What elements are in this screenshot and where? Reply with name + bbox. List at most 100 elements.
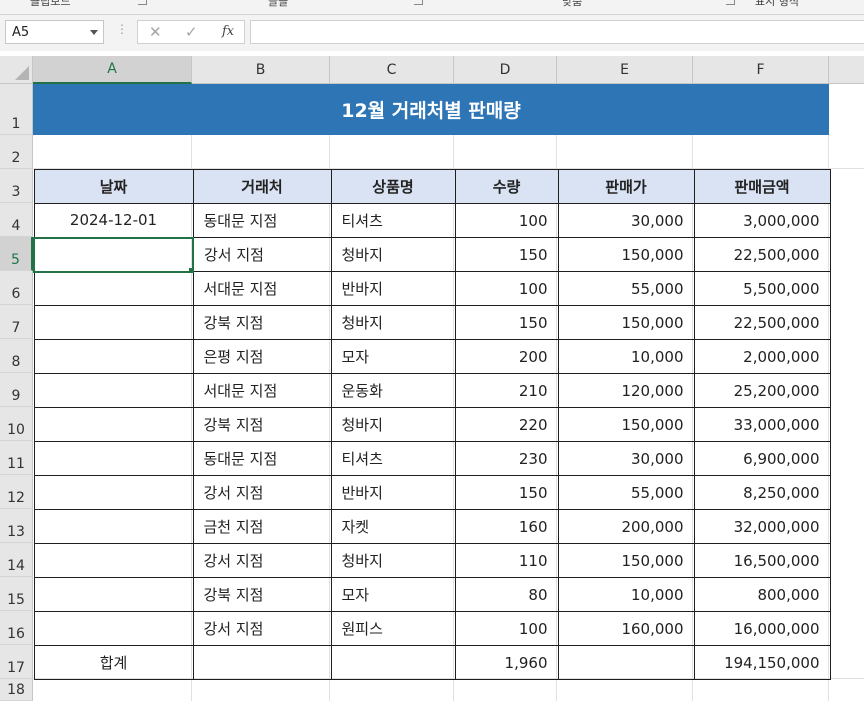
row-header-5[interactable]: 5 xyxy=(0,237,33,271)
cell-price[interactable]: 30,000 xyxy=(557,441,695,476)
column-header-b[interactable]: B xyxy=(192,56,330,84)
clipboard-dialog-launcher-icon[interactable] xyxy=(138,0,147,5)
row-header-16[interactable]: 16 xyxy=(0,611,33,645)
row-header-12[interactable]: 12 xyxy=(0,475,33,509)
cell-product[interactable]: 반바지 xyxy=(330,271,456,306)
fill-handle[interactable] xyxy=(188,266,191,270)
cell-client[interactable]: 강서 지점 xyxy=(192,611,332,646)
row-header-9[interactable]: 9 xyxy=(0,373,33,407)
row-header-2[interactable]: 2 xyxy=(0,135,33,169)
row-header-14[interactable]: 14 xyxy=(0,543,33,577)
cell-price[interactable]: 120,000 xyxy=(557,373,695,408)
cell-amount[interactable]: 25,200,000 xyxy=(693,373,831,408)
cell-qty[interactable]: 150 xyxy=(454,305,559,340)
header-price[interactable]: 판매가 xyxy=(557,169,695,204)
cell-client[interactable]: 강서 지점 xyxy=(192,475,332,510)
cell-qty[interactable]: 220 xyxy=(454,407,559,442)
total-empty-client[interactable] xyxy=(192,645,332,680)
cell-qty[interactable]: 150 xyxy=(454,237,559,272)
cell-date[interactable] xyxy=(33,543,194,578)
cell-product[interactable]: 반바지 xyxy=(330,475,456,510)
cell-date[interactable] xyxy=(33,509,194,544)
cell-price[interactable]: 150,000 xyxy=(557,407,695,442)
cell-qty[interactable]: 100 xyxy=(454,203,559,238)
cell-price[interactable]: 150,000 xyxy=(557,543,695,578)
row-header-13[interactable]: 13 xyxy=(0,509,33,543)
header-date[interactable]: 날짜 xyxy=(33,169,194,204)
header-client[interactable]: 거래처 xyxy=(192,169,332,204)
cell-date[interactable]: 2024-12-01 xyxy=(33,203,194,238)
cell-amount[interactable]: 6,900,000 xyxy=(693,441,831,476)
cell-date[interactable] xyxy=(33,475,194,510)
row-header-18[interactable]: 18 xyxy=(0,679,33,701)
cell-qty[interactable]: 160 xyxy=(454,509,559,544)
cell-date[interactable] xyxy=(33,305,194,340)
row-header-7[interactable]: 7 xyxy=(0,305,33,339)
cell-qty[interactable]: 110 xyxy=(454,543,559,578)
name-box[interactable]: A5 xyxy=(5,20,104,44)
cell-price[interactable]: 10,000 xyxy=(557,577,695,612)
cell-product[interactable]: 티셔츠 xyxy=(330,441,456,476)
column-header-g-partial[interactable] xyxy=(829,56,864,84)
cancel-icon[interactable]: ✕ xyxy=(149,23,162,41)
row-header-8[interactable]: 8 xyxy=(0,339,33,373)
formula-input[interactable] xyxy=(250,20,864,44)
cell-price[interactable]: 55,000 xyxy=(557,475,695,510)
row-header-10[interactable]: 10 xyxy=(0,407,33,441)
header-product[interactable]: 상품명 xyxy=(330,169,456,204)
header-amount[interactable]: 판매금액 xyxy=(693,169,831,204)
cell-price[interactable]: 55,000 xyxy=(557,271,695,306)
cell-product[interactable]: 청바지 xyxy=(330,305,456,340)
cell-amount[interactable]: 16,500,000 xyxy=(693,543,831,578)
selected-cell-a5[interactable] xyxy=(33,236,194,273)
row-header-17[interactable]: 17 xyxy=(0,645,33,679)
cell-area[interactable]: 12월 거래처별 판매량 날짜 거래처 상품명 수량 판매가 판매금액 2024… xyxy=(33,84,864,701)
cell-qty[interactable]: 150 xyxy=(454,475,559,510)
cell-product[interactable]: 자켓 xyxy=(330,509,456,544)
cell-client[interactable]: 강서 지점 xyxy=(192,237,332,272)
cell-client[interactable]: 금천 지점 xyxy=(192,509,332,544)
total-empty-product[interactable] xyxy=(330,645,456,680)
cell-client[interactable]: 서대문 지점 xyxy=(192,373,332,408)
row-header-6[interactable]: 6 xyxy=(0,271,33,305)
total-amount[interactable]: 194,150,000 xyxy=(693,645,831,680)
cell-product[interactable]: 티셔츠 xyxy=(330,203,456,238)
cell-client[interactable]: 동대문 지점 xyxy=(192,441,332,476)
cell-qty[interactable]: 80 xyxy=(454,577,559,612)
cell-date[interactable] xyxy=(33,611,194,646)
cell-qty[interactable]: 100 xyxy=(454,271,559,306)
cell-date[interactable] xyxy=(33,577,194,612)
cell-client[interactable]: 은평 지점 xyxy=(192,339,332,374)
cell-client[interactable]: 강북 지점 xyxy=(192,407,332,442)
column-header-e[interactable]: E xyxy=(557,56,693,84)
alignment-dialog-launcher-icon[interactable] xyxy=(726,0,735,5)
cell-date[interactable] xyxy=(33,339,194,374)
cell-amount[interactable]: 22,500,000 xyxy=(693,237,831,272)
cell-amount[interactable]: 3,000,000 xyxy=(693,203,831,238)
name-box-dropdown-icon[interactable] xyxy=(90,30,98,35)
cell-amount[interactable]: 33,000,000 xyxy=(693,407,831,442)
cell-client[interactable]: 강북 지점 xyxy=(192,577,332,612)
row-header-15[interactable]: 15 xyxy=(0,577,33,611)
cell-date[interactable] xyxy=(33,271,194,306)
cell-price[interactable]: 150,000 xyxy=(557,305,695,340)
cell-date[interactable] xyxy=(33,373,194,408)
cell-amount[interactable]: 22,500,000 xyxy=(693,305,831,340)
row-header-1[interactable]: 1 xyxy=(0,84,33,135)
sheet-title[interactable]: 12월 거래처별 판매량 xyxy=(33,84,829,135)
cell-product[interactable]: 모자 xyxy=(330,577,456,612)
cell-amount[interactable]: 32,000,000 xyxy=(693,509,831,544)
cell-product[interactable]: 청바지 xyxy=(330,237,456,272)
cell-client[interactable]: 서대문 지점 xyxy=(192,271,332,306)
row-header-4[interactable]: 4 xyxy=(0,203,33,237)
cell-product[interactable]: 청바지 xyxy=(330,543,456,578)
cell-client[interactable]: 강서 지점 xyxy=(192,543,332,578)
cell-amount[interactable]: 2,000,000 xyxy=(693,339,831,374)
cell-date[interactable] xyxy=(33,441,194,476)
row-header-11[interactable]: 11 xyxy=(0,441,33,475)
formula-bar-resize-icon[interactable]: ⋮ xyxy=(116,23,128,35)
cell-product[interactable]: 원피스 xyxy=(330,611,456,646)
cell-client[interactable]: 강북 지점 xyxy=(192,305,332,340)
column-header-c[interactable]: C xyxy=(330,56,454,84)
cell-qty[interactable]: 100 xyxy=(454,611,559,646)
